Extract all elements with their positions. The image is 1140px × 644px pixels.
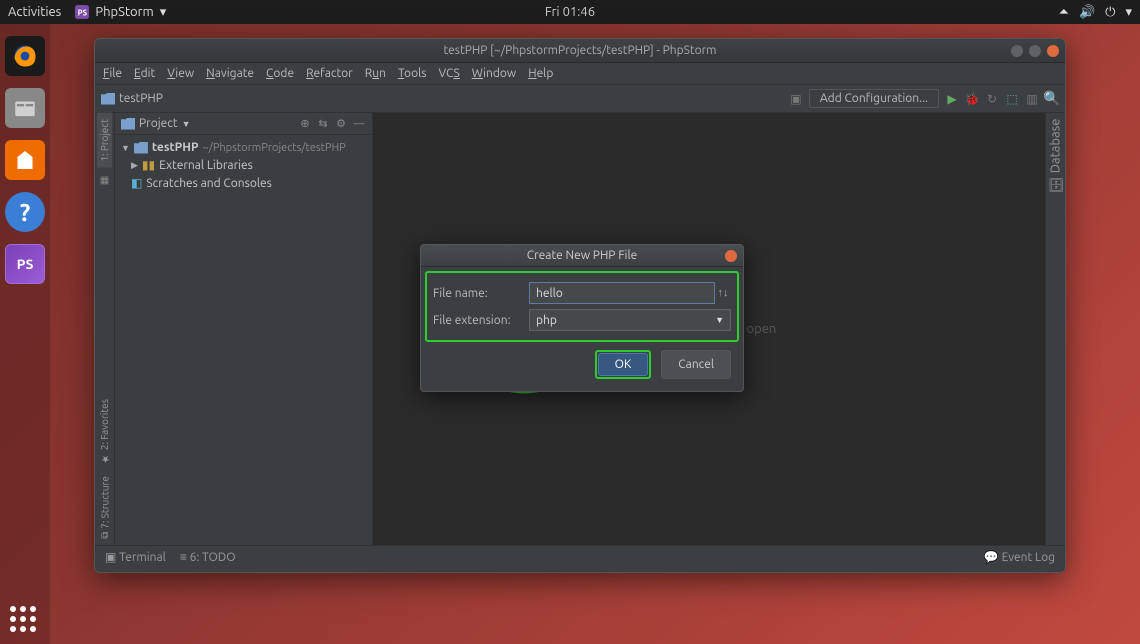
- lock-icon[interactable]: 🔒: [1017, 571, 1032, 573]
- chevron-down-icon[interactable]: ▼: [182, 119, 191, 129]
- menu-navigate[interactable]: Navigate: [206, 67, 254, 80]
- ok-highlight: OK: [595, 350, 652, 379]
- todo-button[interactable]: ≡ 6: TODO: [180, 550, 236, 564]
- project-tree[interactable]: ▼ testPHP ~/PhpstormProjects/testPHP ▶ ▮…: [115, 135, 372, 196]
- close-icon[interactable]: [1047, 45, 1059, 57]
- app-indicator[interactable]: PS PhpStorm ▾: [75, 5, 166, 20]
- project-tool-window: Project ▼ ⊕ ⇆ ⚙ — ▼ testPHP ~/PhpstormPr…: [115, 113, 373, 545]
- scratches-icon: ◧: [131, 176, 142, 190]
- tree-scratches[interactable]: ◧ Scratches and Consoles: [115, 174, 372, 192]
- dock-firefox[interactable]: [5, 36, 45, 76]
- menu-run[interactable]: Run: [365, 67, 386, 80]
- menu-file[interactable]: File: [103, 67, 122, 80]
- menu-help[interactable]: Help: [528, 67, 553, 80]
- gutter-database[interactable]: 🗄Database: [1046, 113, 1065, 199]
- tree-label: External Libraries: [159, 159, 253, 172]
- build-icon[interactable]: ▣: [789, 92, 803, 106]
- event-log-button[interactable]: 💬 Event Log: [984, 550, 1055, 564]
- extension-value: php: [536, 314, 557, 327]
- add-configuration-button[interactable]: Add Configuration...: [809, 89, 939, 108]
- tree-root-name: testPHP: [152, 141, 199, 154]
- tree-external-libraries[interactable]: ▶ ▮▮ External Libraries: [115, 156, 372, 174]
- dock-phpstorm[interactable]: PS: [5, 244, 45, 284]
- ok-button[interactable]: OK: [598, 353, 649, 376]
- window-title: testPHP [~/PhpstormProjects/testPHP] - P…: [443, 44, 716, 57]
- show-applications-icon[interactable]: [10, 606, 36, 632]
- dock-help[interactable]: ?: [5, 192, 45, 232]
- minimize-icon[interactable]: [1011, 45, 1023, 57]
- highlight-box: File name: ↑↓ File extension: php ▼: [425, 271, 739, 342]
- clock[interactable]: Fri 01:46: [545, 5, 595, 19]
- tree-root[interactable]: ▼ testPHP ~/PhpstormProjects/testPHP: [115, 139, 372, 156]
- dialog-titlebar: Create New PHP File: [421, 245, 743, 267]
- gear-icon[interactable]: ⚙: [334, 117, 348, 131]
- menu-code[interactable]: Code: [266, 67, 294, 80]
- breadcrumb-item[interactable]: testPHP: [119, 92, 163, 105]
- dialog-title: Create New PHP File: [527, 249, 637, 262]
- extension-label: File extension:: [433, 314, 523, 327]
- menu-bar: File Edit View Navigate Code Refactor Ru…: [95, 63, 1065, 85]
- folder-icon: [134, 142, 148, 154]
- menu-window[interactable]: Window: [472, 67, 516, 80]
- tree-label: Scratches and Consoles: [146, 177, 272, 190]
- breadcrumb[interactable]: testPHP: [101, 92, 163, 105]
- project-view-selector[interactable]: Project: [139, 117, 178, 130]
- system-menu-chevron-icon[interactable]: ▾: [1125, 5, 1132, 20]
- right-tool-gutter: 🗄Database: [1045, 113, 1065, 545]
- network-icon[interactable]: ⏶: [1059, 5, 1069, 20]
- chevron-down-icon: ▼: [715, 315, 724, 325]
- dock-files[interactable]: [5, 88, 45, 128]
- library-icon: ▮▮: [142, 158, 155, 172]
- chevron-right-icon: ▶: [131, 160, 138, 171]
- gutter-icon: ▦: [100, 174, 109, 186]
- collapse-icon[interactable]: ⇆: [316, 117, 330, 131]
- dialog-close-icon[interactable]: [725, 250, 737, 262]
- sort-icon[interactable]: ↑↓: [715, 287, 731, 299]
- editor-status-bar: 1:6 🔒 ☻: [95, 567, 1065, 573]
- layout-icon[interactable]: ▥: [1025, 92, 1039, 106]
- status-bar: ▣ Terminal ≡ 6: TODO 💬 Event Log: [95, 545, 1065, 567]
- volume-icon[interactable]: 🔊: [1079, 5, 1095, 20]
- left-tool-gutter: 1: Project ▦ ★2: Favorites ⧉7: Structure: [95, 113, 115, 545]
- folder-icon: [101, 93, 115, 105]
- menu-refactor[interactable]: Refactor: [306, 67, 353, 80]
- debug-icon[interactable]: 🐞: [965, 92, 979, 106]
- menu-vcs[interactable]: VCS: [438, 67, 459, 80]
- navigation-bar: testPHP ▣ Add Configuration... ▶ 🐞 ↻ ⬚ ▥…: [95, 85, 1065, 113]
- terminal-button[interactable]: ▣ Terminal: [105, 550, 166, 564]
- menu-tools[interactable]: Tools: [398, 67, 427, 80]
- filename-input[interactable]: [529, 282, 715, 304]
- gnome-topbar: Activities PS PhpStorm ▾ Fri 01:46 ⏶ 🔊 ⏻…: [0, 0, 1140, 24]
- menu-view[interactable]: View: [167, 67, 194, 80]
- tree-root-path: ~/PhpstormProjects/testPHP: [203, 142, 346, 154]
- run-icon[interactable]: ▶: [945, 92, 959, 106]
- caret-position[interactable]: 1:6: [991, 572, 1008, 574]
- menu-edit[interactable]: Edit: [134, 67, 155, 80]
- cancel-button[interactable]: Cancel: [661, 350, 731, 379]
- search-icon[interactable]: 🔍: [1045, 92, 1059, 106]
- window-titlebar: testPHP [~/PhpstormProjects/testPHP] - P…: [95, 39, 1065, 63]
- activities-button[interactable]: Activities: [8, 5, 61, 19]
- chevron-down-icon: ▼: [121, 143, 130, 153]
- gutter-favorites[interactable]: ★2: Favorites: [97, 393, 112, 470]
- dock-software[interactable]: [5, 140, 45, 180]
- hide-icon[interactable]: —: [352, 117, 366, 131]
- locate-icon[interactable]: ⊕: [298, 117, 312, 131]
- gutter-project[interactable]: 1: Project: [97, 113, 112, 168]
- coverage-icon[interactable]: ⬚: [1005, 92, 1019, 106]
- folder-icon: [121, 118, 135, 130]
- maximize-icon[interactable]: [1029, 45, 1041, 57]
- power-icon[interactable]: ⏻: [1105, 5, 1115, 20]
- gutter-structure[interactable]: ⧉7: Structure: [97, 470, 113, 545]
- project-panel-header: Project ▼ ⊕ ⇆ ⚙ —: [115, 113, 372, 135]
- filename-label: File name:: [433, 287, 523, 300]
- extension-select[interactable]: php ▼: [529, 309, 731, 331]
- inspections-icon[interactable]: ☻: [1042, 571, 1055, 573]
- stop-icon[interactable]: ↻: [985, 92, 999, 106]
- ubuntu-dock: ? PS: [0, 24, 50, 644]
- create-php-file-dialog: Create New PHP File File name: ↑↓ File e…: [420, 244, 744, 392]
- svg-text:PS: PS: [78, 10, 88, 18]
